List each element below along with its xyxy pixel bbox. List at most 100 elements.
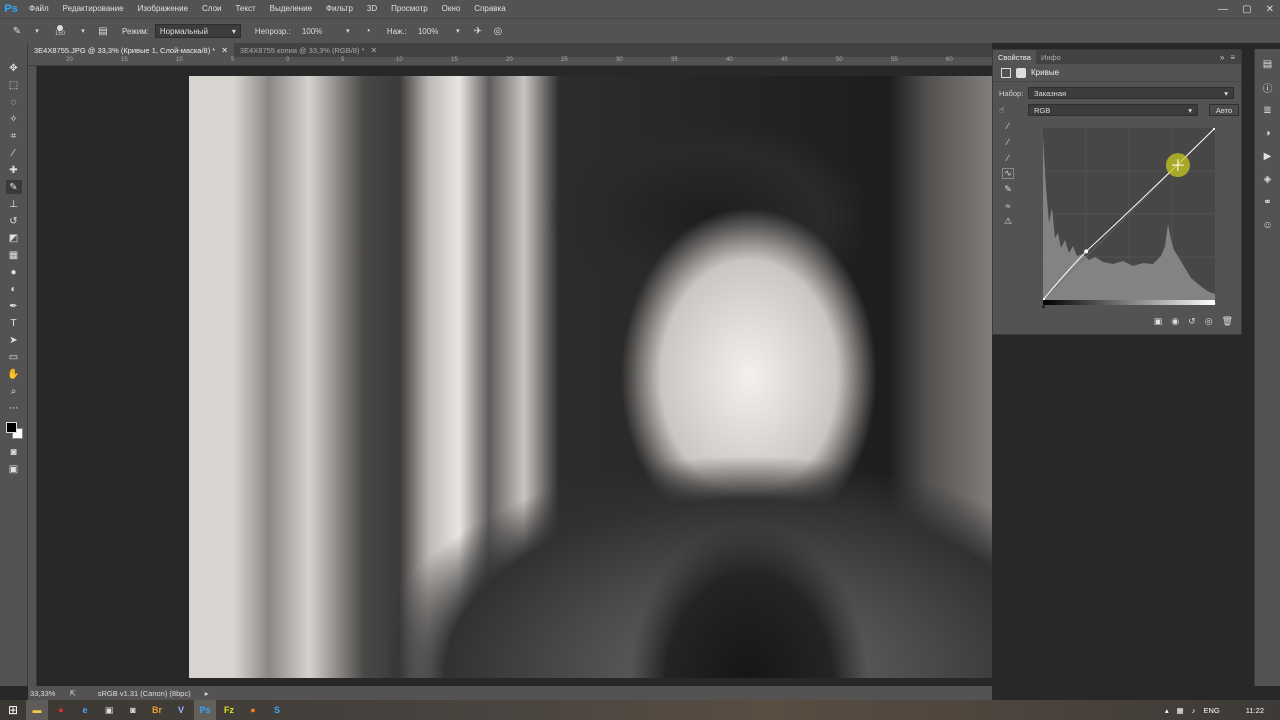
explorer-app-icon[interactable]: ▬ [26, 700, 48, 720]
menu-filter[interactable]: Фильтр [319, 0, 360, 18]
panel-menu-icon[interactable]: ≡ [1230, 53, 1235, 62]
color-swatches[interactable] [4, 420, 24, 442]
internet-explorer-app-icon[interactable]: e [74, 700, 96, 720]
zoom-tool-icon[interactable]: ⌕ [6, 384, 22, 398]
shape-tool-icon[interactable]: ▭ [6, 350, 22, 364]
brush-icon[interactable]: ✎ [10, 24, 24, 38]
clock[interactable]: 11:22 [1246, 706, 1264, 715]
history-brush-tool-icon[interactable]: ↺ [6, 214, 22, 228]
horizontal-ruler[interactable]: 20 15 10 5 0 5 10 15 20 25 30 35 40 45 5… [28, 57, 992, 66]
menu-help[interactable]: Справка [467, 0, 512, 18]
windows-start-icon[interactable]: ⊞ [0, 700, 26, 720]
chevron-down-icon[interactable]: ▾ [30, 24, 44, 38]
gradient-tool-icon[interactable]: ▦ [6, 248, 22, 262]
document-canvas[interactable] [37, 66, 992, 686]
vertical-ruler[interactable] [28, 66, 37, 686]
close-button[interactable]: ✕ [1266, 4, 1274, 15]
layers-panel-icon[interactable]: ◈ [1261, 172, 1275, 186]
flow-field[interactable]: 100% [412, 24, 445, 38]
layer-mask-icon[interactable] [1016, 67, 1026, 78]
skype-app-icon[interactable]: S [266, 700, 288, 720]
collapse-icon[interactable]: » [1220, 53, 1224, 62]
maximize-button[interactable]: ▢ [1242, 4, 1251, 15]
zoom-level[interactable]: 33,33% [30, 689, 55, 698]
keyboard-language[interactable]: ENG [1204, 706, 1220, 715]
close-icon[interactable]: ✕ [371, 46, 378, 55]
portrait-photo[interactable] [189, 76, 992, 678]
bridge-app-icon[interactable]: Br [146, 700, 168, 720]
curve-point-tool-icon[interactable]: ∿ [1002, 168, 1014, 179]
chevron-down-icon[interactable]: ▾ [341, 24, 355, 38]
smooth-icon[interactable]: ≈ [1002, 200, 1014, 211]
pen-tool-icon[interactable]: ✒ [6, 299, 22, 313]
chevron-down-icon[interactable]: ▾ [76, 24, 90, 38]
tray-expand-icon[interactable]: ▴ [1165, 706, 1169, 715]
move-tool-icon[interactable]: ✥ [6, 61, 22, 75]
network-icon[interactable]: ▦ [1177, 706, 1184, 715]
properties-panel-icon[interactable]: ▤ [1261, 57, 1275, 71]
black-point-eyedropper-icon[interactable]: ⁄ [1002, 120, 1014, 131]
menu-type[interactable]: Текст [228, 0, 262, 18]
brush-tool-icon[interactable]: ✎ [5, 180, 22, 194]
foreground-color-swatch[interactable] [5, 422, 17, 433]
chevron-down-icon[interactable]: ▾ [451, 24, 465, 38]
curves-graph[interactable] [1043, 128, 1215, 300]
preset-select[interactable]: Заказная ▾ [1028, 87, 1234, 99]
black-slider-icon[interactable]: ▲ [1040, 303, 1047, 310]
menu-file[interactable]: Файл [22, 0, 56, 18]
path-select-tool-icon[interactable]: ➤ [6, 333, 22, 347]
view-previous-icon[interactable]: ◉ [1171, 316, 1179, 330]
visibility-eye-icon[interactable]: ◎ [1205, 316, 1213, 330]
hand-tool-icon[interactable]: ✋ [6, 367, 22, 381]
menu-window[interactable]: Окно [435, 0, 468, 18]
close-icon[interactable]: ✕ [221, 46, 228, 55]
history-panel-icon[interactable]: ≣ [1261, 103, 1275, 117]
airbrush-icon[interactable]: ✈ [471, 24, 485, 38]
quick-mask-icon[interactable]: ◙ [6, 445, 22, 459]
expand-arrow-icon[interactable]: ▸ [205, 689, 209, 698]
pencil-icon[interactable]: ✎ [1002, 184, 1014, 195]
menu-edit[interactable]: Редактирование [56, 0, 131, 18]
brush-preset-picker[interactable]: 150 [50, 25, 70, 37]
filezilla-app-icon[interactable]: Fz [218, 700, 240, 720]
camera-app-icon[interactable]: ▣ [98, 700, 120, 720]
trash-icon[interactable]: 🗑 [1222, 316, 1233, 330]
photoshop-app-icon[interactable]: Ps [194, 700, 216, 720]
clipping-warning-icon[interactable]: ⚠ [1002, 216, 1014, 227]
mask-face-icon[interactable]: ☺ [1261, 218, 1275, 232]
tab-document-2[interactable]: 3E4X8755 копия @ 33,3% (RGB/8) * ✕ [234, 43, 383, 57]
quick-select-tool-icon[interactable]: ✧ [6, 112, 22, 126]
pressure-opacity-icon[interactable]: ◔ [361, 24, 375, 38]
marquee-tool-icon[interactable]: ⬚ [6, 78, 22, 92]
healing-brush-tool-icon[interactable]: ✚ [6, 163, 22, 177]
capture-app-icon[interactable]: ◙ [122, 700, 144, 720]
lasso-tool-icon[interactable]: ◌ [6, 95, 22, 109]
more-tools-icon[interactable]: ⋯ [6, 401, 22, 415]
menu-select[interactable]: Выделение [263, 0, 319, 18]
eraser-tool-icon[interactable]: ◩ [6, 231, 22, 245]
target-adjust-icon[interactable]: ☝ [999, 105, 1013, 116]
menu-3d[interactable]: 3D [360, 0, 384, 18]
tab-document-1[interactable]: 3E4X8755.JPG @ 33,3% (Кривые 1, Слой-мас… [28, 43, 234, 57]
eyedropper-tool-icon[interactable]: ⁄ [6, 146, 22, 160]
curve-point[interactable] [1084, 249, 1089, 254]
white-point-eyedropper-icon[interactable]: ⁄ [1002, 152, 1014, 163]
white-slider-icon[interactable]: ▲ [1210, 299, 1217, 306]
firefox-app-icon[interactable]: ● [242, 700, 264, 720]
clone-stamp-tool-icon[interactable]: ⊥ [6, 197, 22, 211]
gray-point-eyedropper-icon[interactable]: ⁄ [1002, 136, 1014, 147]
opera-app-icon[interactable]: ● [50, 700, 72, 720]
auto-button[interactable]: Авто [1209, 104, 1239, 116]
tab-properties[interactable]: Свойства [993, 50, 1036, 64]
menu-image[interactable]: Изображение [131, 0, 195, 18]
channels-panel-icon[interactable]: ⚭ [1261, 195, 1275, 209]
info-panel-icon[interactable]: ⓘ [1261, 80, 1275, 95]
blur-tool-icon[interactable]: ● [6, 265, 22, 279]
dodge-tool-icon[interactable]: ◐ [6, 282, 22, 296]
volume-icon[interactable]: ♪ [1192, 706, 1196, 715]
menu-view[interactable]: Просмотр [384, 0, 435, 18]
pressure-size-icon[interactable]: ◎ [491, 24, 505, 38]
opacity-field[interactable]: 100% [296, 24, 335, 38]
actions-play-icon[interactable]: ▶ [1261, 149, 1275, 163]
type-tool-icon[interactable]: T [6, 316, 22, 330]
